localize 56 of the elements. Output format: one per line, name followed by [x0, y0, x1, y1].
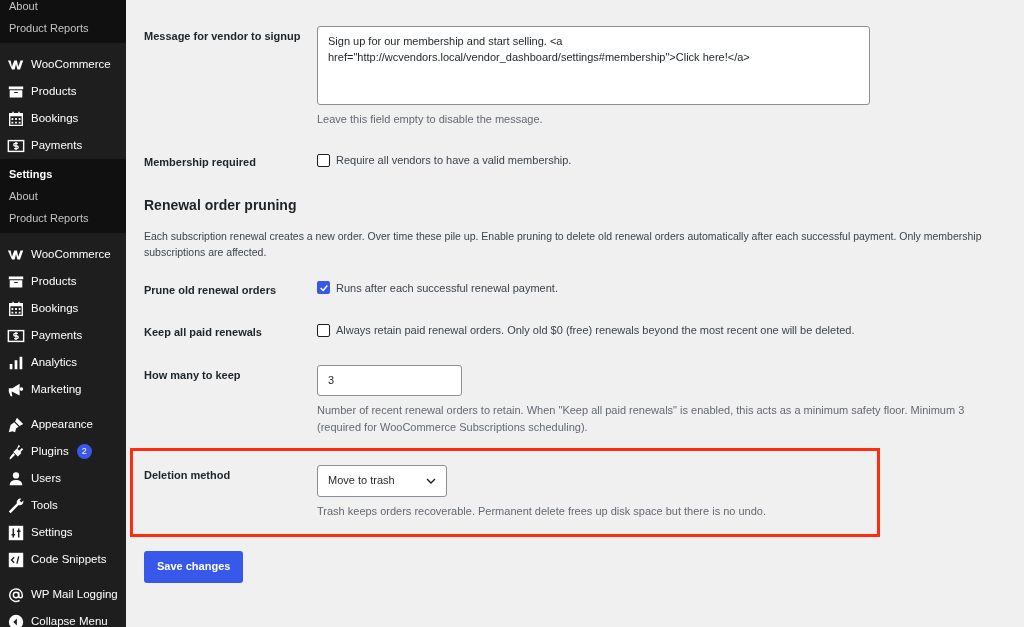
checkbox-label: Always retain paid renewal orders. Only old $0 (free) renewals beyond the most recent one will be deleted. [336, 323, 855, 338]
plug-icon [7, 442, 25, 461]
field-description: Number of recent renewal orders to retain. When "Keep all paid renewals" is enabled, this acts as a minimum safety floor. Minimum 3 (required for WooCommerce Subscriptions scheduling). [317, 402, 966, 435]
menu-item[interactable]: Appearance [0, 411, 126, 438]
menu-item[interactable]: Tools [0, 492, 126, 519]
wrench-icon [7, 496, 25, 515]
menu-item[interactable]: Code Snippets [0, 546, 126, 573]
field-description: Leave this field empty to disable the message. [317, 112, 544, 127]
menu-item[interactable]: Bookings [0, 295, 126, 322]
menu-item[interactable]: WooCommerce [0, 241, 126, 268]
submenu-item[interactable]: Product Reports [0, 17, 126, 39]
submenu-item[interactable]: Product Reports [0, 207, 126, 229]
menu-item[interactable]: Bookings [0, 105, 126, 132]
code-icon [7, 550, 25, 569]
menu-item[interactable]: Analytics [0, 349, 126, 376]
section-heading: Renewal order pruning [144, 195, 298, 215]
at-sign-icon [7, 585, 25, 604]
number-input[interactable]: 3 [317, 364, 462, 396]
checkbox[interactable] [317, 153, 330, 167]
submenu-item[interactable]: About [0, 185, 126, 207]
submenu-item[interactable]: About [0, 0, 126, 17]
checkmark-icon [318, 282, 329, 293]
calendar-icon [7, 109, 25, 128]
submenu-item[interactable]: Settings [0, 163, 126, 185]
save-button[interactable]: Save changes [144, 550, 244, 583]
field-label: Deletion method [144, 467, 232, 483]
field-label: Membership required [144, 155, 257, 170]
message-textarea[interactable]: Sign up for our membership and start selling. <a href="http://wcvendors.local/vendor_dashboard/settings#membership">Click here!</a> [317, 26, 870, 105]
menu-item[interactable]: Settings [0, 519, 126, 546]
menu-item[interactable]: Payments [0, 322, 126, 349]
field-description: Trash keeps orders recoverable. Permanent delete frees up disk space but there is no undo. [317, 503, 767, 519]
menu-item[interactable]: WP Mail Logging [0, 581, 126, 608]
checkbox-label: Runs after each successful renewal payment. [336, 280, 558, 296]
menu-item[interactable]: Products [0, 268, 126, 295]
checkbox[interactable] [317, 323, 330, 337]
menu-item[interactable]: Users [0, 465, 126, 492]
user-icon [7, 469, 25, 488]
calendar-icon [7, 299, 25, 318]
count-badge: 2 [76, 444, 92, 459]
menu-item[interactable]: Marketing [0, 376, 126, 403]
sliders-icon [7, 523, 25, 542]
field-label: Message for vendor to signup [144, 29, 302, 44]
checkbox-label: Require all vendors to have a valid membership. [336, 153, 572, 168]
menu-item[interactable]: Collapse Menu [0, 608, 126, 627]
section-description: Each subscription renewal creates a new order. Over time these pile up. Enable pruning to delete old renewal orders automatically after each successful payment. Only membership subscriptions are affected. [144, 228, 983, 260]
chevron-down-icon [426, 477, 436, 484]
menu-item[interactable]: Plugins 2 [0, 438, 126, 465]
field-label: How many to keep [144, 367, 242, 383]
paintbrush-icon [7, 415, 25, 434]
menu-item[interactable]: WooCommerce [0, 51, 126, 78]
field-label: Keep all paid renewals [144, 325, 263, 340]
checkbox[interactable] [317, 281, 330, 295]
select-dropdown[interactable]: Move to trash [317, 464, 447, 497]
field-label: Prune old renewal orders [144, 282, 278, 298]
menu-item[interactable]: Products [0, 78, 126, 105]
menu-item[interactable]: Payments [0, 132, 126, 159]
